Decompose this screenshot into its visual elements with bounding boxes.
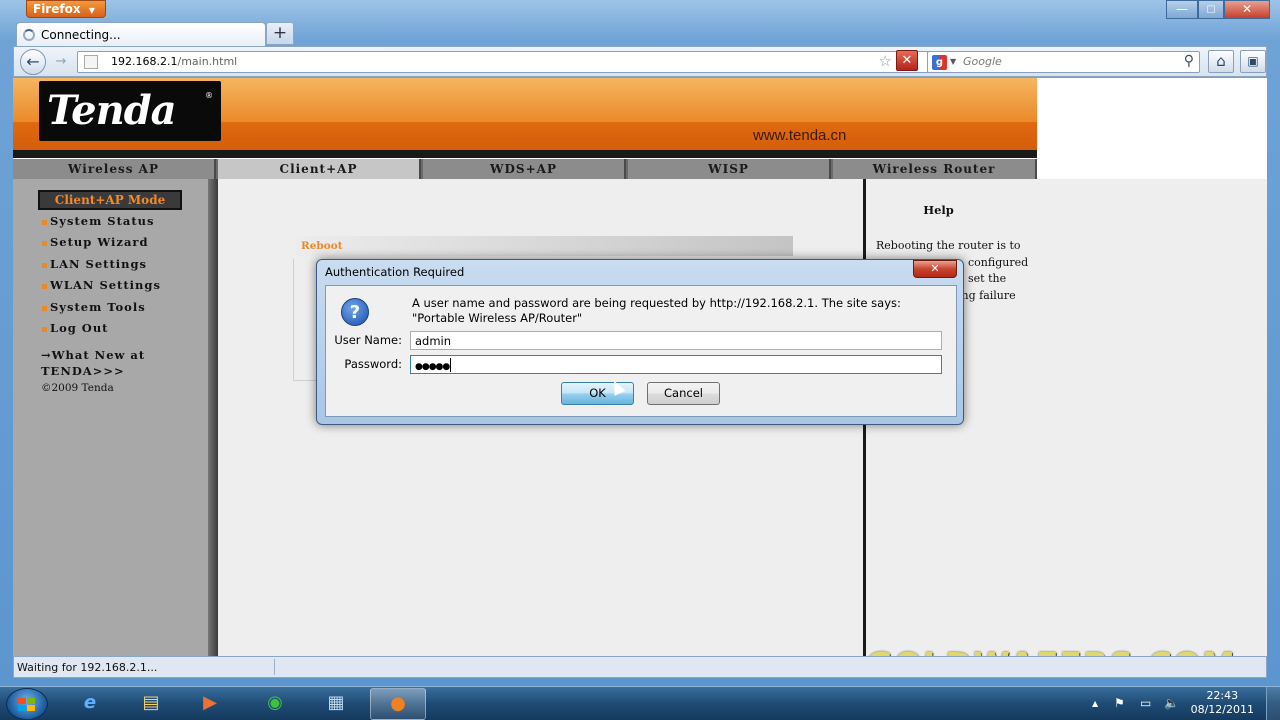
right-blank-area xyxy=(1037,179,1267,656)
internet-explorer-icon[interactable]: e xyxy=(62,688,118,720)
system-tray: ▲ ⚑ ▭ 🔈 22:43 08/12/2011 xyxy=(1090,687,1280,720)
sidebar-item-wlan-settings[interactable]: WLAN Settings xyxy=(42,278,161,292)
addon-icon: ▣ xyxy=(1247,54,1259,68)
sidebar-item-lan-settings[interactable]: LAN Settings xyxy=(42,257,147,271)
tab-connecting[interactable]: Connecting... xyxy=(16,22,266,47)
dialog-message: A user name and password are being reque… xyxy=(412,296,901,325)
tab-client-ap[interactable]: Client+AP xyxy=(218,159,421,179)
search-placeholder: Google xyxy=(963,55,1002,68)
status-separator xyxy=(274,659,275,675)
close-icon: ✕ xyxy=(930,262,940,275)
bullet-icon xyxy=(42,283,47,289)
password-field[interactable]: ●●●●● xyxy=(410,355,942,374)
tab-wisp[interactable]: WISP xyxy=(628,159,831,179)
search-bar[interactable]: g ▼ Google ⚲ xyxy=(927,51,1200,73)
bullet-icon xyxy=(42,262,47,268)
dialog-body: ? A user name and password are being req… xyxy=(325,285,957,417)
navigation-toolbar: ← → 192.168.2.1/main.html ☆ ▼ ✕ g ▼ Goog… xyxy=(13,46,1267,77)
firefox-taskbar-icon[interactable]: ● xyxy=(370,688,426,720)
minimize-button[interactable]: — xyxy=(1166,0,1198,19)
firefox-menu-button[interactable]: Firefox ▼ xyxy=(26,0,106,18)
stop-icon: ✕ xyxy=(901,53,913,68)
network-icon[interactable]: ▭ xyxy=(1140,696,1151,710)
bullet-icon xyxy=(42,326,47,332)
sidebar-item-system-tools[interactable]: System Tools xyxy=(42,300,146,314)
status-text: Waiting for 192.168.2.1... xyxy=(17,661,158,674)
tab-wireless-router[interactable]: Wireless Router xyxy=(833,159,1037,179)
addon-button[interactable]: ▣ xyxy=(1240,50,1266,73)
section-title-reboot: Reboot xyxy=(296,236,793,256)
cancel-button[interactable]: Cancel xyxy=(647,382,720,405)
status-bar: Waiting for 192.168.2.1... xyxy=(13,656,1267,678)
tab-wireless-ap[interactable]: Wireless AP xyxy=(13,159,216,179)
dialog-title: Authentication Required xyxy=(325,265,465,279)
dialog-close-button[interactable]: ✕ xyxy=(913,260,957,278)
clock-date: 08/12/2011 xyxy=(1190,703,1254,716)
start-button[interactable] xyxy=(6,688,48,720)
sidebar-item-system-status[interactable]: System Status xyxy=(42,214,154,228)
home-button[interactable]: ⌂ xyxy=(1208,50,1234,73)
show-desktop-button[interactable] xyxy=(1266,687,1280,720)
forward-button[interactable]: → xyxy=(50,53,72,72)
sidebar-item-setup-wizard[interactable]: Setup Wizard xyxy=(42,235,149,249)
auth-dialog: Authentication Required ✕ ? A user name … xyxy=(316,259,964,425)
mode-tabs: Wireless AP Client+AP WDS+AP WISP Wirele… xyxy=(13,159,1037,179)
tenda-header: Tenda ® www.tenda.cn xyxy=(13,78,1037,158)
search-icon[interactable]: ⚲ xyxy=(1184,53,1194,69)
bullet-icon xyxy=(42,219,47,225)
watermark: GOLDWAFERS.COM xyxy=(866,645,1236,656)
sidebar-edge xyxy=(208,179,218,656)
control-panel-icon[interactable]: ▦ xyxy=(308,688,364,720)
question-icon: ? xyxy=(341,298,369,326)
action-center-icon[interactable]: ⚑ xyxy=(1114,696,1125,710)
maximize-button[interactable]: ☐ xyxy=(1198,0,1224,19)
chevron-down-icon: ▼ xyxy=(88,6,95,15)
close-window-button[interactable]: ✕ xyxy=(1224,0,1270,19)
new-tab-button[interactable]: + xyxy=(266,22,294,45)
bookmark-star-icon[interactable]: ☆ xyxy=(879,52,892,70)
back-button[interactable]: ← xyxy=(20,49,46,75)
bullet-icon xyxy=(42,305,47,311)
firefox-menu-label: Firefox xyxy=(33,2,81,16)
tenda-logo: Tenda ® xyxy=(39,81,221,141)
tab-title: Connecting... xyxy=(41,28,121,42)
forward-arrow-icon: → xyxy=(55,54,67,69)
volume-icon[interactable]: 🔈 xyxy=(1164,696,1179,710)
search-engine-dropdown-icon[interactable]: ▼ xyxy=(950,57,956,66)
site-identity-icon[interactable] xyxy=(84,55,98,69)
copyright: ©2009 Tenda xyxy=(41,382,114,394)
windows-logo-icon xyxy=(18,698,36,712)
show-hidden-icons-icon[interactable]: ▲ xyxy=(1092,699,1098,708)
tenda-site-url: www.tenda.cn xyxy=(753,127,847,144)
back-arrow-icon: ← xyxy=(26,52,40,71)
stop-button[interactable]: ✕ xyxy=(896,50,918,71)
clock-time: 22:43 xyxy=(1206,689,1239,702)
media-player-icon[interactable]: ▶ xyxy=(182,688,238,720)
home-icon: ⌂ xyxy=(1216,52,1226,70)
sidebar-item-log-out[interactable]: Log Out xyxy=(42,321,109,335)
header-divider xyxy=(13,150,1037,158)
username-field[interactable]: admin xyxy=(410,331,942,350)
green-app-icon[interactable]: ◉ xyxy=(247,688,303,720)
url-text: 192.168.2.1/main.html xyxy=(111,55,238,68)
sidebar: Client+AP Mode System Status Setup Wizar… xyxy=(13,179,218,656)
username-label: User Name: xyxy=(334,333,402,347)
password-label: Password: xyxy=(344,357,402,371)
explorer-folder-icon[interactable]: ▤ xyxy=(123,688,179,720)
loading-spinner-icon xyxy=(23,29,35,41)
tab-wds-ap[interactable]: WDS+AP xyxy=(423,159,626,179)
google-icon[interactable]: g xyxy=(932,55,947,70)
reboot-panel xyxy=(293,259,318,381)
url-bar[interactable]: 192.168.2.1/main.html ☆ ▼ xyxy=(77,51,933,73)
sidebar-mode-title: Client+AP Mode xyxy=(38,190,182,210)
help-title: Help xyxy=(923,203,954,217)
taskbar: e ▤ ▶ ◉ ▦ ● ▲ ⚑ ▭ 🔈 22:43 08/12/2011 xyxy=(0,686,1280,720)
whats-new-link[interactable]: →What New at TENDA>>> xyxy=(41,347,181,379)
bullet-icon xyxy=(42,240,47,246)
clock[interactable]: 22:43 08/12/2011 xyxy=(1191,689,1254,717)
